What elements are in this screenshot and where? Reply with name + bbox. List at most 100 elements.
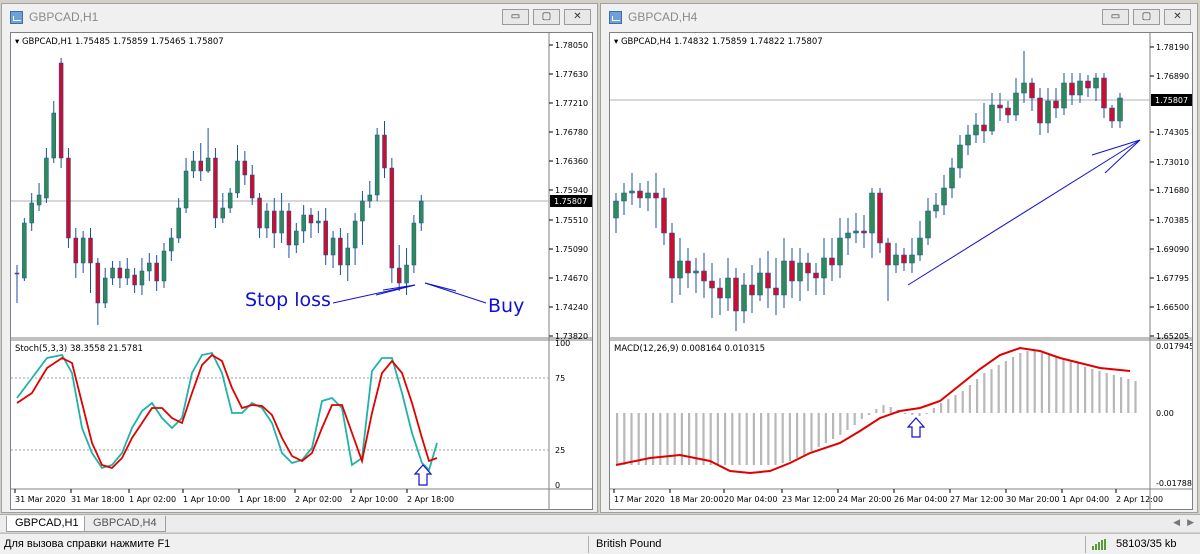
status-bar: Для вызова справки нажмите F1 British Po…	[0, 533, 1200, 554]
price-tick-label: 1.77630	[555, 70, 588, 79]
macd-histogram-bar	[630, 413, 633, 465]
window-titlebar[interactable]: GBPCAD,H1 ▭ ▢ ✕	[2, 4, 597, 30]
price-tick-label: 1.75090	[555, 245, 588, 254]
bull-candle	[1077, 80, 1083, 96]
annotation-buy: Buy	[488, 295, 524, 317]
bull-candle	[677, 260, 683, 279]
macd-histogram-bar	[947, 399, 950, 413]
time-label: 18 Mar 20:00	[670, 495, 723, 504]
bull-candle	[1013, 92, 1019, 116]
bull-candle	[102, 277, 108, 304]
chart-info: ▾ GBPCAD,H1 1.75485 1.75859 1.75465 1.75…	[15, 37, 224, 47]
bull-candle	[797, 262, 803, 282]
macd-histogram-bar	[904, 413, 907, 414]
price-tick-label: 1.76780	[555, 128, 588, 137]
indicator-tick-label: 0.00	[1156, 409, 1174, 418]
time-label: 26 Mar 04:00	[894, 495, 947, 504]
bull-candle	[629, 190, 635, 194]
macd-histogram-bar	[1127, 379, 1130, 413]
chart-icon	[609, 10, 622, 24]
bull-candle	[941, 187, 947, 206]
price-tick-label: 1.74240	[555, 303, 588, 312]
bull-candle	[22, 222, 27, 279]
macd-histogram-bar	[1055, 357, 1058, 413]
bull-candle	[909, 254, 915, 264]
bull-candle	[989, 104, 995, 132]
macd-histogram-bar	[781, 413, 784, 463]
bull-candle	[693, 270, 699, 274]
bear-candle	[901, 254, 907, 264]
bull-candle	[933, 204, 939, 212]
tab-gbpcad-h4[interactable]: GBPCAD,H4	[84, 516, 166, 532]
bear-candle	[861, 230, 867, 234]
bear-candle	[805, 262, 811, 274]
bull-candle	[853, 230, 859, 234]
bull-candle	[169, 237, 174, 252]
time-label: 23 Mar 12:00	[782, 495, 835, 504]
chart-area[interactable]: ▾ GBPCAD,H1 1.75485 1.75859 1.75465 1.75…	[10, 32, 593, 510]
bull-candle	[781, 260, 787, 296]
buy-arrow	[424, 282, 487, 304]
bear-candle	[669, 232, 675, 279]
macd-histogram-bar	[796, 413, 799, 458]
price-tick-label: 1.75510	[555, 216, 588, 225]
macd-histogram-bar	[868, 413, 871, 415]
price-tick-label: 1.70385	[1156, 216, 1189, 225]
stochastic-signal-line	[16, 353, 438, 470]
close-button[interactable]: ✕	[564, 9, 591, 25]
price-tick-label: 1.65205	[1156, 332, 1189, 341]
bull-candle	[973, 124, 979, 136]
indicator-tick-label: 100	[555, 339, 570, 348]
window-titlebar[interactable]: GBPCAD,H4 ▭ ▢ ✕	[601, 4, 1197, 30]
chart-window-h1[interactable]: GBPCAD,H1 ▭ ▢ ✕ ▾ GBPCAD,H1 1.75485 1.75…	[1, 3, 598, 513]
macd-histogram-bar	[623, 413, 626, 465]
indicator-tick-label: 75	[555, 374, 565, 383]
h1-chart-svg[interactable]: ▾ GBPCAD,H1 1.75485 1.75859 1.75465 1.75…	[11, 33, 592, 509]
h4-chart-svg[interactable]: ▾ GBPCAD,H4 1.74832 1.75859 1.74822 1.75…	[610, 33, 1197, 509]
scroll-left-icon[interactable]: ◀	[1173, 518, 1180, 528]
scroll-right-icon[interactable]: ▶	[1187, 518, 1194, 528]
instrument-name: British Pound	[596, 538, 662, 550]
price-tick-label: 1.78190	[1156, 43, 1189, 52]
macd-histogram-bar	[1062, 359, 1065, 413]
bear-candle	[257, 197, 262, 229]
bull-candle	[837, 237, 843, 266]
time-label: 20 Mar 04:00	[724, 495, 777, 504]
bull-candle	[44, 157, 49, 199]
bear-candle	[308, 214, 314, 224]
bull-candle	[161, 250, 167, 282]
chart-tabs: GBPCAD,H1 GBPCAD,H4 ◀ ▶	[0, 514, 1200, 532]
bear-candle	[14, 272, 20, 275]
macd-histogram-bar	[925, 413, 928, 414]
macd-histogram-bar	[760, 413, 763, 465]
tab-gbpcad-h1[interactable]: GBPCAD,H1	[6, 516, 88, 532]
macd-histogram-bar	[1012, 357, 1015, 413]
time-label: 31 Mar 18:00	[71, 495, 124, 504]
bull-candle	[419, 200, 424, 224]
close-button[interactable]: ✕	[1164, 9, 1191, 25]
price-tick-label: 1.74305	[1156, 128, 1189, 137]
price-tick-label: 1.77210	[555, 99, 588, 108]
bull-candle	[316, 220, 321, 224]
bull-candle	[845, 232, 851, 239]
bear-candle	[765, 272, 771, 289]
macd-histogram-bar	[1120, 377, 1123, 413]
macd-histogram-bar	[1076, 363, 1079, 413]
minimize-button[interactable]: ▭	[502, 9, 529, 25]
bull-candle	[147, 262, 152, 272]
restore-button[interactable]: ▢	[1133, 9, 1160, 25]
macd-histogram-bar	[803, 413, 806, 455]
time-label: 2 Apr 12:00	[1116, 495, 1163, 504]
time-label: 2 Apr 02:00	[295, 495, 342, 504]
bull-candle	[869, 192, 875, 234]
minimize-button[interactable]: ▭	[1102, 9, 1129, 25]
price-tick-label: 1.76360	[555, 157, 588, 166]
macd-histogram-bar	[616, 413, 619, 465]
bull-candle	[725, 277, 731, 299]
bear-candle	[885, 242, 891, 266]
restore-button[interactable]: ▢	[533, 9, 560, 25]
chart-area[interactable]: ▾ GBPCAD,H4 1.74832 1.75859 1.74822 1.75…	[609, 32, 1197, 510]
bull-candle	[301, 214, 306, 232]
chart-window-h4[interactable]: GBPCAD,H4 ▭ ▢ ✕ ▾ GBPCAD,H4 1.74832 1.75…	[600, 3, 1198, 513]
price-tick-label: 1.69090	[1156, 245, 1189, 254]
